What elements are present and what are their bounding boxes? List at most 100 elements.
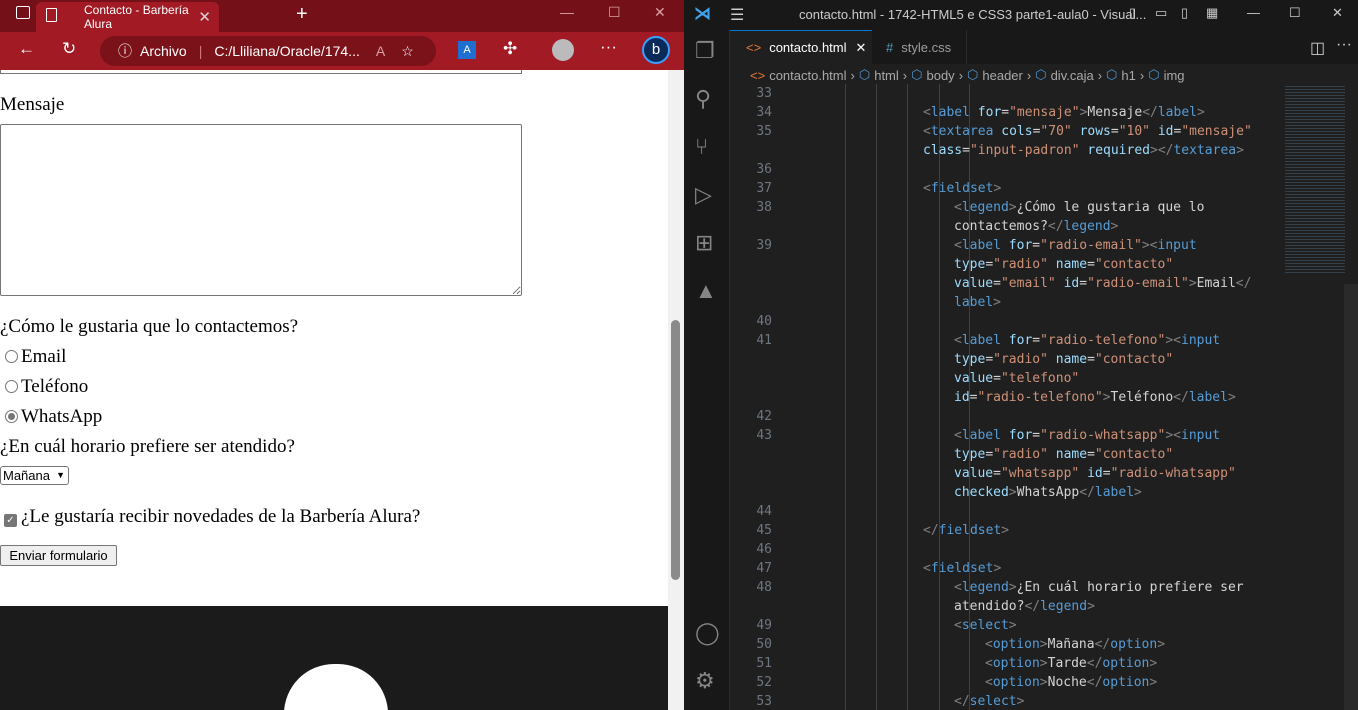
code-token: id: [1063, 276, 1080, 291]
close-tab-icon[interactable]: ✕: [198, 8, 211, 26]
accounts-icon[interactable]: ◯: [695, 620, 720, 646]
maximize-icon[interactable]: ☐: [608, 4, 621, 21]
breadcrumb-item[interactable]: header: [982, 68, 1022, 83]
run-debug-icon[interactable]: ▷: [695, 182, 712, 208]
indent-guide: [876, 84, 877, 710]
breadcrumb-item[interactable]: h1: [1121, 68, 1135, 83]
address-input[interactable]: ⓘ Archivo | C:/Lliliana/Oracle/174... A …: [100, 36, 436, 66]
breadcrumb-item[interactable]: body: [926, 68, 954, 83]
customize-layout-icon[interactable]: ▦: [1206, 5, 1218, 21]
close-window-icon[interactable]: ✕: [654, 4, 666, 21]
breadcrumb-item[interactable]: contacto.html: [769, 68, 846, 83]
code-token: >: [993, 561, 1002, 576]
azure-icon[interactable]: ▲: [695, 278, 717, 304]
newsletter-option[interactable]: ✓ ¿Le gustaría recibir novedades de la Ba…: [0, 506, 420, 528]
info-icon[interactable]: ⓘ: [118, 41, 132, 61]
refresh-icon[interactable]: ↻: [62, 39, 76, 59]
minimap[interactable]: [1285, 84, 1345, 274]
close-window-icon[interactable]: ✕: [1332, 5, 1343, 21]
code-token: >: [1149, 656, 1158, 671]
radio-button[interactable]: [5, 380, 18, 393]
submit-button[interactable]: Enviar formulario: [0, 545, 117, 566]
toggle-sidebar-icon[interactable]: ▯: [1129, 5, 1136, 21]
code-token: option: [1102, 675, 1150, 690]
newsletter-label: ¿Le gustaría recibir novedades de la Bar…: [21, 506, 421, 527]
code-token: Teléfono: [1110, 390, 1174, 405]
read-aloud-icon[interactable]: A: [376, 43, 385, 59]
barber-logo: [284, 664, 388, 710]
new-tab-icon[interactable]: +: [296, 3, 308, 26]
browser-tab[interactable]: Contacto - Barbería Alura ✕: [36, 2, 219, 32]
menu-icon[interactable]: ☰: [730, 5, 744, 25]
schedule-select[interactable]: Mañana ▼: [0, 466, 69, 485]
code-token: option: [992, 656, 1040, 671]
code-token: fieldset: [930, 561, 994, 576]
scrollbar-thumb[interactable]: [671, 320, 680, 580]
code-token: <: [954, 200, 962, 215]
code-line: <label for="radio-whatsapp"><input: [954, 428, 1220, 443]
toggle-secondary-sidebar-icon[interactable]: ▯: [1181, 5, 1188, 21]
code-token: </: [1094, 637, 1111, 652]
split-editor-icon[interactable]: ◫: [1310, 38, 1325, 58]
profile-avatar[interactable]: [552, 39, 574, 61]
breadcrumb-item[interactable]: img: [1164, 68, 1185, 83]
radio-whatsapp[interactable]: WhatsApp: [0, 406, 102, 428]
code-line: id="radio-telefono">Teléfono</label>: [954, 390, 1236, 405]
favorite-icon[interactable]: ☆: [401, 43, 414, 60]
tab-style-css[interactable]: # style.css: [872, 30, 967, 64]
code-token: "mensaje": [1009, 105, 1080, 120]
code-token: </: [1142, 105, 1158, 120]
settings-gear-icon[interactable]: ⚙: [695, 668, 715, 694]
minimize-icon[interactable]: —: [560, 4, 574, 20]
code-token: checked: [954, 485, 1009, 500]
code-token: fieldset: [938, 523, 1002, 538]
close-tab-icon[interactable]: ✕: [856, 40, 867, 56]
newsletter-checkbox[interactable]: ✓: [4, 514, 17, 527]
minimize-icon[interactable]: —: [1247, 5, 1260, 20]
bing-icon[interactable]: b: [642, 36, 670, 64]
code-token: =: [962, 143, 970, 158]
back-icon[interactable]: ←: [18, 39, 35, 59]
radio-email[interactable]: Email: [0, 346, 66, 368]
editor-scrollbar[interactable]: [1344, 284, 1358, 710]
code-token: textarea: [1173, 143, 1237, 158]
code-token: name: [1055, 447, 1088, 462]
page-scrollbar[interactable]: [668, 70, 684, 710]
code-token: >: [1188, 276, 1197, 291]
code-token: </: [1086, 656, 1103, 671]
source-control-icon[interactable]: ⑂: [695, 134, 708, 160]
radio-telefono[interactable]: Teléfono: [0, 376, 88, 398]
code-token: =: [1087, 352, 1095, 367]
more-icon[interactable]: ···: [600, 37, 617, 57]
line-number: 44: [756, 504, 772, 519]
radio-button[interactable]: [5, 410, 18, 423]
code-token: >: [993, 295, 1001, 310]
radio-button[interactable]: [5, 350, 18, 363]
explorer-icon[interactable]: ❐: [695, 38, 715, 64]
maximize-icon[interactable]: ☐: [1289, 5, 1301, 21]
toggle-panel-icon[interactable]: ▭: [1155, 5, 1167, 21]
schedule-legend: ¿En cuál horario prefiere ser atendido?: [0, 436, 295, 457]
breadcrumb-item[interactable]: div.caja: [1051, 68, 1094, 83]
code-editor[interactable]: 33 34 <label for="mensaje">Mensaje</label>…: [730, 84, 1358, 710]
chevron-right-icon: ›: [902, 67, 908, 83]
more-actions-icon[interactable]: ···: [1336, 36, 1352, 54]
translate-icon[interactable]: A: [458, 41, 476, 59]
search-icon[interactable]: ⚲: [695, 86, 711, 112]
code-token: id: [1087, 466, 1103, 481]
tab-actions-icon[interactable]: [16, 6, 30, 19]
address-divider: |: [198, 43, 203, 59]
message-textarea[interactable]: [0, 124, 522, 296]
editor-tabs: <> contacto.html ✕ # style.css ◫ ···: [730, 30, 1358, 64]
extensions-icon[interactable]: ⊞: [695, 230, 713, 256]
tab-contacto-html[interactable]: <> contacto.html ✕: [730, 30, 872, 64]
breadcrumb-item[interactable]: html: [874, 68, 899, 83]
code-token: "input-padron": [969, 143, 1080, 158]
code-token: Noche: [1047, 675, 1087, 690]
extensions-icon[interactable]: ✣: [503, 39, 517, 59]
code-token: label: [961, 333, 1001, 348]
